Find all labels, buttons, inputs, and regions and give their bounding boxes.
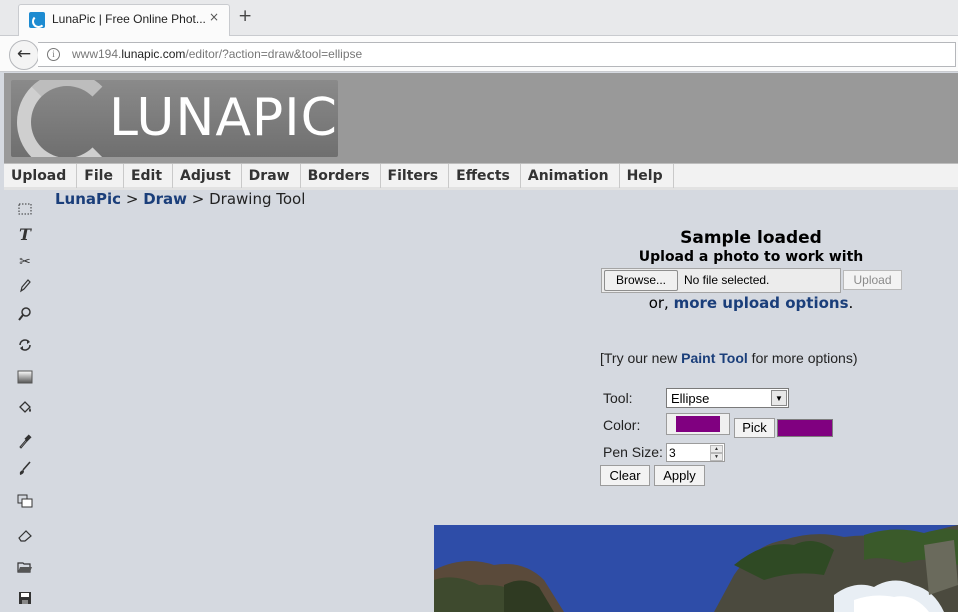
paint-tool-link[interactable]: Paint Tool (681, 350, 748, 366)
paint-tool-promo: [Try our new Paint Tool for more options… (600, 350, 858, 366)
file-status-text: No file selected. (684, 273, 770, 287)
menu-effects[interactable]: Effects (449, 164, 521, 188)
left-toolbar: T ✂ (4, 193, 48, 612)
upload-button[interactable]: Upload (843, 270, 902, 290)
breadcrumb-separator: > (121, 190, 144, 208)
url-prefix: www194. (72, 47, 122, 61)
waterfall-photo (434, 525, 958, 612)
sample-loaded-heading: Sample loaded (680, 228, 822, 248)
back-arrow-icon: ← (16, 44, 32, 64)
color-picker-field[interactable] (666, 413, 730, 435)
close-tab-icon[interactable]: × (209, 10, 219, 24)
browser-nav-bar: ← i www194.lunapic.com/editor/?action=dr… (0, 36, 958, 72)
brush-icon[interactable] (16, 460, 34, 478)
browse-button[interactable]: Browse... (604, 270, 678, 291)
picked-color-swatch[interactable] (777, 419, 833, 437)
breadcrumb-draw-link[interactable]: Draw (143, 190, 187, 208)
moon-logo-icon (17, 80, 117, 157)
address-bar[interactable]: i www194.lunapic.com/editor/?action=draw… (38, 42, 956, 67)
clear-button[interactable]: Clear (600, 465, 650, 486)
url-text: www194.lunapic.com/editor/?action=draw&t… (72, 47, 362, 61)
main-menu: Upload File Edit Adjust Draw Borders Fil… (4, 163, 958, 190)
browser-tab[interactable]: LunaPic | Free Online Phot... × (18, 4, 230, 36)
rotate-icon[interactable] (16, 337, 34, 355)
pen-size-stepper[interactable]: 3 ▲ ▼ (666, 443, 725, 462)
menu-draw[interactable]: Draw (242, 164, 301, 188)
menu-borders[interactable]: Borders (301, 164, 381, 188)
save-icon[interactable] (16, 590, 34, 608)
new-tab-button[interactable]: + (238, 6, 252, 26)
logo-text: LUNAPIC (109, 88, 338, 148)
tab-title: LunaPic | Free Online Phot... (52, 12, 206, 26)
tool-select-value: Ellipse (671, 391, 710, 406)
color-label: Color: (603, 417, 641, 433)
spin-up-icon[interactable]: ▲ (710, 445, 723, 453)
back-button[interactable]: ← (9, 40, 39, 70)
tool-label: Tool: (603, 390, 633, 406)
open-folder-icon[interactable] (16, 559, 34, 577)
color-swatch (676, 416, 720, 432)
menu-upload[interactable]: Upload (4, 164, 78, 188)
breadcrumb-current: Drawing Tool (209, 190, 306, 208)
spin-down-icon[interactable]: ▼ (710, 453, 723, 461)
lunapic-favicon-icon (29, 12, 45, 28)
more-upload-options-link[interactable]: more upload options (674, 294, 849, 312)
paint-promo-suffix: for more options) (747, 350, 858, 366)
layers-icon[interactable] (16, 493, 34, 511)
paint-promo-prefix: [Try our new (600, 350, 682, 366)
breadcrumb: LunaPic > Draw > Drawing Tool (55, 190, 305, 208)
magnifier-icon[interactable] (16, 306, 34, 324)
url-path: /editor/?action=draw&tool=ellipse (185, 47, 363, 61)
menu-help[interactable]: Help (620, 164, 674, 188)
eraser-icon[interactable] (16, 527, 34, 545)
pencil-icon[interactable] (16, 278, 34, 296)
sample-photo-canvas[interactable] (434, 525, 958, 612)
paint-bucket-icon[interactable] (16, 400, 34, 418)
breadcrumb-home-link[interactable]: LunaPic (55, 190, 121, 208)
more-options-prefix: or, (648, 294, 674, 312)
apply-button[interactable]: Apply (654, 465, 705, 486)
pen-size-value: 3 (669, 446, 676, 460)
pen-size-label: Pen Size: (603, 444, 663, 460)
breadcrumb-separator: > (187, 190, 210, 208)
site-info-icon[interactable]: i (47, 48, 60, 61)
url-domain: lunapic.com (121, 47, 186, 61)
pick-button[interactable]: Pick (734, 418, 775, 438)
text-icon[interactable]: T (16, 226, 34, 244)
menu-edit[interactable]: Edit (124, 164, 174, 188)
tool-select[interactable]: Ellipse ▼ (666, 388, 789, 408)
file-input[interactable]: Browse... No file selected. (601, 268, 841, 293)
scissors-icon[interactable]: ✂ (16, 253, 34, 271)
browser-tab-bar: LunaPic | Free Online Phot... × + (0, 0, 958, 36)
selection-icon[interactable] (16, 201, 34, 219)
menu-animation[interactable]: Animation (521, 164, 620, 188)
site-header: LUNAPIC (4, 73, 958, 163)
chevron-down-icon[interactable]: ▼ (771, 390, 787, 406)
menu-file[interactable]: File (77, 164, 124, 188)
more-options-suffix: . (848, 294, 854, 312)
eyedropper-icon[interactable] (16, 433, 34, 451)
menu-filters[interactable]: Filters (381, 164, 450, 188)
lunapic-logo[interactable]: LUNAPIC (11, 80, 338, 157)
more-upload-options: or, more upload options. (600, 294, 902, 312)
upload-subtitle: Upload a photo to work with (638, 249, 864, 265)
menu-adjust[interactable]: Adjust (173, 164, 242, 188)
gradient-icon[interactable] (16, 369, 34, 387)
upload-panel: Sample loaded Upload a photo to work wit… (600, 228, 902, 312)
